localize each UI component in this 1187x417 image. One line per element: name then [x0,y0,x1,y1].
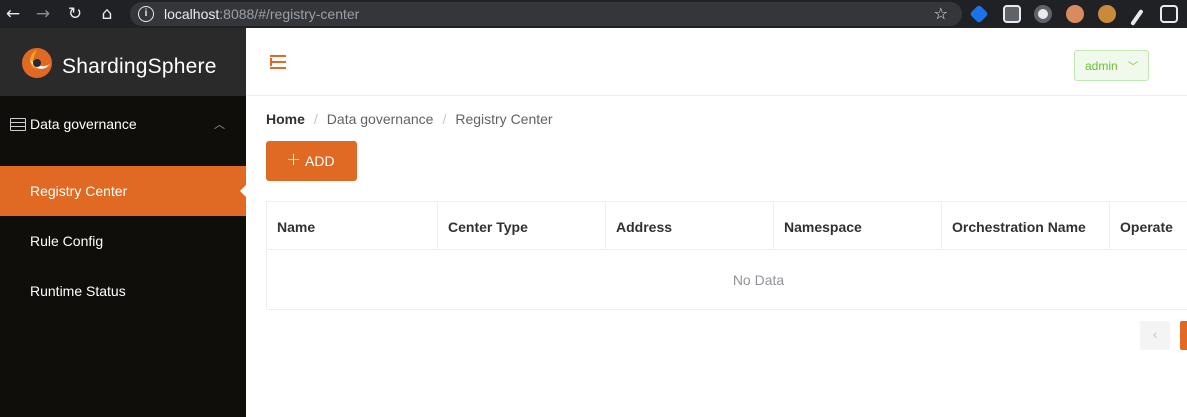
menu-group-label: Data governance [30,116,137,132]
user-dropdown[interactable]: admin ﹀ [1074,50,1149,81]
browser-toolbar: ← → ↻ ⌂ i localhost:8088/#/registry-cent… [0,0,1187,28]
url-path: :8088/#/registry-center [219,6,360,22]
breadcrumb-separator: / [313,111,318,127]
table-empty-text: No Data [732,272,785,288]
column-header-namespace: Namespace [774,202,942,250]
logo-text: ShardingSphere [62,55,217,78]
sidebar-item-registry-center[interactable]: Registry Center [0,166,246,216]
registry-table: Name Center Type Address Namespace Orche… [266,201,1187,310]
sidebar-item-label: Rule Config [30,233,104,249]
user-name: admin [1085,59,1118,73]
chevron-down-icon: ﹀ [1128,62,1138,73]
forward-arrow-icon[interactable]: → [32,3,54,25]
column-header-operate: Operate [1110,202,1187,250]
top-header: admin ﹀ [246,28,1187,96]
sidebar-item-label: Runtime Status [30,283,126,299]
add-button-label: ADD [305,153,335,169]
logo-area: ShardingSphere [0,28,246,96]
breadcrumb-home[interactable]: Home [266,111,305,127]
extension-feather-icon[interactable] [1130,8,1144,26]
column-header-label: Center Type [448,219,528,235]
extension-circle-icon[interactable] [1034,5,1052,23]
extension-cookie-icon[interactable] [1098,5,1116,23]
extension-shield-icon[interactable] [969,4,989,24]
chevron-up-icon: ︿ [214,118,225,131]
sidebar-item-rule-config[interactable]: Rule Config [0,216,246,266]
column-header-address: Address [606,202,774,250]
sidebar-item-runtime-status[interactable]: Runtime Status [0,266,246,316]
reload-icon[interactable]: ↻ [64,3,86,25]
plus-icon: + [286,149,302,170]
extension-glasses-icon[interactable] [1003,5,1021,23]
back-arrow-icon[interactable]: ← [2,3,24,25]
address-bar[interactable]: i localhost:8088/#/registry-center ☆ [130,2,962,26]
column-header-label: Namespace [784,219,862,235]
pagination-current-page[interactable] [1180,321,1187,350]
breadcrumb-separator: / [442,111,447,127]
column-header-orchestration-name: Orchestration Name [942,202,1110,250]
breadcrumb-registry-center: Registry Center [455,111,553,127]
column-header-label: Address [616,219,673,235]
site-info-icon[interactable]: i [138,6,154,22]
breadcrumb: Home / Data governance / Registry Center [266,111,553,127]
shardingsphere-logo-icon [22,48,52,78]
add-button[interactable]: + ADD [266,141,357,181]
column-header-label: Orchestration Name [952,219,1086,235]
sidebar-item-label: Registry Center [30,183,128,199]
home-icon[interactable]: ⌂ [96,3,118,25]
breadcrumb-data-governance: Data governance [326,111,434,127]
menu-group-data-governance[interactable]: Data governance ︿ [0,96,246,154]
sidebar: ShardingSphere Data governance ︿ Registr… [0,28,246,417]
menu-collapse-icon[interactable] [270,55,286,69]
bookmark-star-icon[interactable]: ☆ [934,4,948,23]
column-header-label: Operate [1120,219,1173,235]
url-host: localhost [164,6,220,22]
url-text: localhost:8088/#/registry-center [164,6,359,22]
column-header-label: Name [277,219,316,235]
column-header-name: Name [267,202,438,250]
chevron-left-icon[interactable]: ‹ [1140,321,1170,350]
list-icon [10,118,26,131]
column-header-center-type: Center Type [438,202,606,250]
extension-avatar-icon[interactable] [1066,5,1084,23]
extension-cc-icon[interactable] [1160,5,1178,23]
